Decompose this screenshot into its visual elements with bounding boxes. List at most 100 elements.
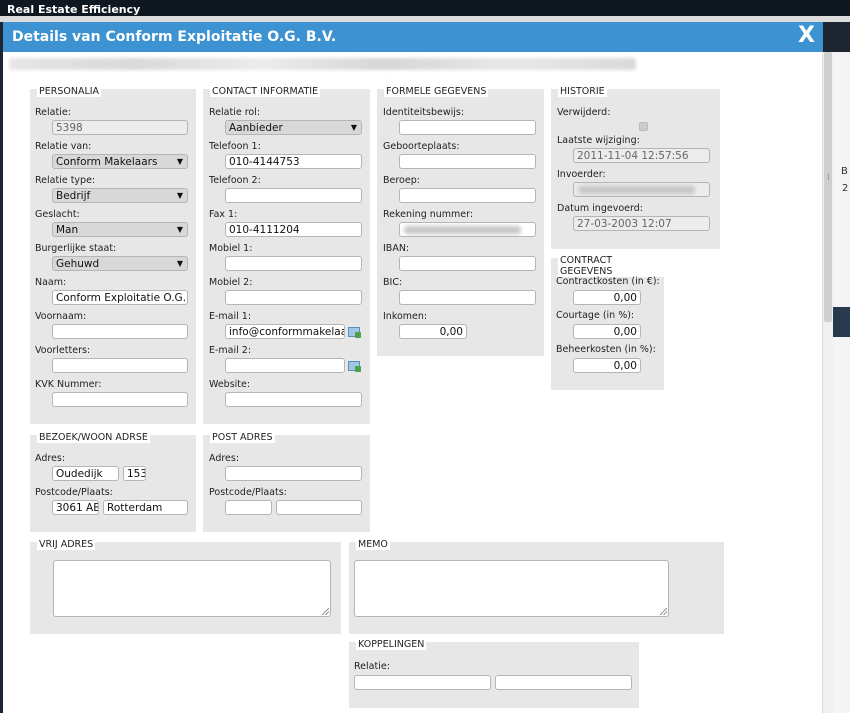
burgerlijke-select[interactable]: Gehuwd ▼ [52, 256, 188, 271]
background-panel [833, 307, 850, 337]
koppelingen-relatie-field-1[interactable] [354, 675, 491, 690]
voorletters-field[interactable] [52, 358, 188, 373]
fax1-label: Fax 1: [209, 209, 238, 220]
rol-select[interactable]: Aanbieder ▼ [225, 120, 362, 135]
chevron-down-icon: ▼ [176, 225, 183, 234]
naam-field[interactable]: Conform Exploitatie O.G. B. [52, 290, 188, 305]
send-mail-icon[interactable] [348, 327, 361, 338]
iban-field[interactable] [399, 256, 536, 271]
dialog-title: Details van Conform Exploitatie O.G. B.V… [12, 29, 337, 45]
tel2-field[interactable] [225, 188, 362, 203]
email1-label: E-mail 1: [209, 311, 252, 322]
ingevoerd-field[interactable]: 27-03-2003 12:07 [573, 216, 710, 231]
wijziging-label: Laatste wijziging: [557, 135, 640, 146]
contract-panel: CONTRACT GEGEVENS Contractkosten (in €):… [551, 255, 664, 390]
send-mail-icon[interactable] [348, 361, 361, 372]
post-adres-field[interactable] [225, 466, 362, 481]
verwijderd-label: Verwijderd: [557, 107, 611, 118]
chevron-down-icon: ▼ [176, 191, 183, 200]
kosten-field[interactable]: 0,00 [573, 290, 641, 305]
voornaam-label: Voornaam: [35, 311, 87, 322]
naam-label: Naam: [35, 277, 67, 288]
relatie-van-select[interactable]: Conform Makelaars ▼ [52, 154, 188, 169]
memo-panel: MEMO [349, 539, 724, 634]
koppelingen-relatie-label: Relatie: [354, 661, 390, 672]
rol-label: Relatie rol: [209, 107, 261, 118]
website-label: Website: [209, 379, 251, 390]
background-window-right: B 2 ⁞ [827, 52, 850, 713]
historie-panel: HISTORIE Verwijderd: Laatste wijziging: … [551, 86, 720, 249]
bezoek-panel: BEZOEK/WOON ADRSE Adres: Oudedijk 153/ P… [30, 432, 196, 532]
bic-label: BIC: [383, 277, 403, 288]
vrij-adres-panel: VRIJ ADRES [30, 539, 341, 634]
app-title: Real Estate Efficiency [0, 0, 850, 16]
tel1-label: Telefoon 1: [209, 141, 261, 152]
voornaam-field[interactable] [52, 324, 188, 339]
close-icon[interactable]: X [798, 23, 815, 49]
rekening-label: Rekening nummer: [383, 209, 474, 220]
resize-grip-icon[interactable] [660, 608, 667, 615]
panel-title: MEMO [356, 539, 390, 550]
id-field[interactable] [399, 120, 536, 135]
koppelingen-relatie-field-2[interactable] [495, 675, 632, 690]
post-postcode-label: Postcode/Plaats: [209, 487, 287, 498]
panel-title: PERSONALIA [37, 86, 102, 97]
post-panel: POST ADRES Adres: Postcode/Plaats: [203, 432, 370, 532]
chevron-down-icon: ▼ [176, 157, 183, 166]
geboorte-field[interactable] [399, 154, 536, 169]
post-plaats-field[interactable] [276, 500, 362, 515]
panel-title: POST ADRES [210, 432, 275, 443]
bezoek-straat-field[interactable]: Oudedijk [52, 466, 119, 481]
bezoek-adres-label: Adres: [35, 453, 66, 464]
dialog-scrollbar[interactable] [822, 52, 833, 713]
email1-field[interactable]: info@conformmakelaars [225, 324, 345, 339]
id-label: Identiteitsbewijs: [383, 107, 465, 118]
beroep-field[interactable] [399, 188, 536, 203]
bic-field[interactable] [399, 290, 536, 305]
website-field[interactable] [225, 392, 362, 407]
mob1-field[interactable] [225, 256, 362, 271]
tel1-field[interactable]: 010-4144753 [225, 154, 362, 169]
courtage-field[interactable]: 0,00 [573, 324, 641, 339]
geslacht-select[interactable]: Man ▼ [52, 222, 188, 237]
geboorte-label: Geboorteplaats: [383, 141, 460, 152]
formele-panel: FORMELE GEGEVENS Identiteitsbewijs: Gebo… [377, 86, 544, 356]
inkomen-label: Inkomen: [383, 311, 428, 322]
resize-grip-icon[interactable] [322, 608, 329, 615]
bezoek-plaats-field[interactable]: Rotterdam [103, 500, 188, 515]
bezoek-postcode-label: Postcode/Plaats: [35, 487, 113, 498]
burgerlijke-value: Gehuwd [56, 258, 100, 270]
vrij-adres-textarea[interactable] [53, 560, 331, 617]
inkomen-field[interactable]: 0,00 [399, 324, 467, 339]
post-postcode-field[interactable] [225, 500, 272, 515]
bezoek-postcode-field[interactable]: 3061 AB [52, 500, 99, 515]
email2-field[interactable] [225, 358, 345, 373]
memo-textarea[interactable] [354, 560, 669, 617]
rekening-field-redacted[interactable] [399, 222, 536, 237]
dialog-header: Details van Conform Exploitatie O.G. B.V… [3, 22, 823, 52]
relatie-field[interactable]: 5398 [52, 120, 188, 135]
verwijderd-checkbox[interactable] [639, 122, 648, 131]
koppelingen-panel: KOPPELINGEN Relatie: [349, 639, 639, 708]
contact-panel: CONTACT INFORMATIE Relatie rol: Aanbiede… [203, 86, 370, 424]
wijziging-field[interactable]: 2011-11-04 12:57:56 [573, 148, 710, 163]
background-text: B [841, 166, 848, 177]
beheer-field[interactable]: 0,00 [573, 358, 641, 373]
courtage-label: Courtage (in %): [556, 310, 635, 321]
fax1-field[interactable]: 010-4111204 [225, 222, 362, 237]
ingevoerd-label: Datum ingevoerd: [557, 203, 643, 214]
panel-title: CONTRACT GEGEVENS [558, 255, 664, 277]
mob1-label: Mobiel 1: [209, 243, 253, 254]
relatie-type-select[interactable]: Bedrijf ▼ [52, 188, 188, 203]
kvk-field[interactable] [52, 392, 188, 407]
geslacht-value: Man [56, 224, 79, 236]
relatie-type-value: Bedrijf [56, 190, 91, 202]
relatie-van-label: Relatie van: [35, 141, 92, 152]
mob2-field[interactable] [225, 290, 362, 305]
bezoek-nummer-field[interactable]: 153/ [123, 466, 146, 481]
kvk-label: KVK Nummer: [35, 379, 102, 390]
mob2-label: Mobiel 2: [209, 277, 253, 288]
details-dialog: Details van Conform Exploitatie O.G. B.V… [3, 22, 823, 713]
scrollbar-thumb[interactable] [824, 52, 832, 322]
invoerder-field-redacted[interactable] [573, 182, 710, 197]
